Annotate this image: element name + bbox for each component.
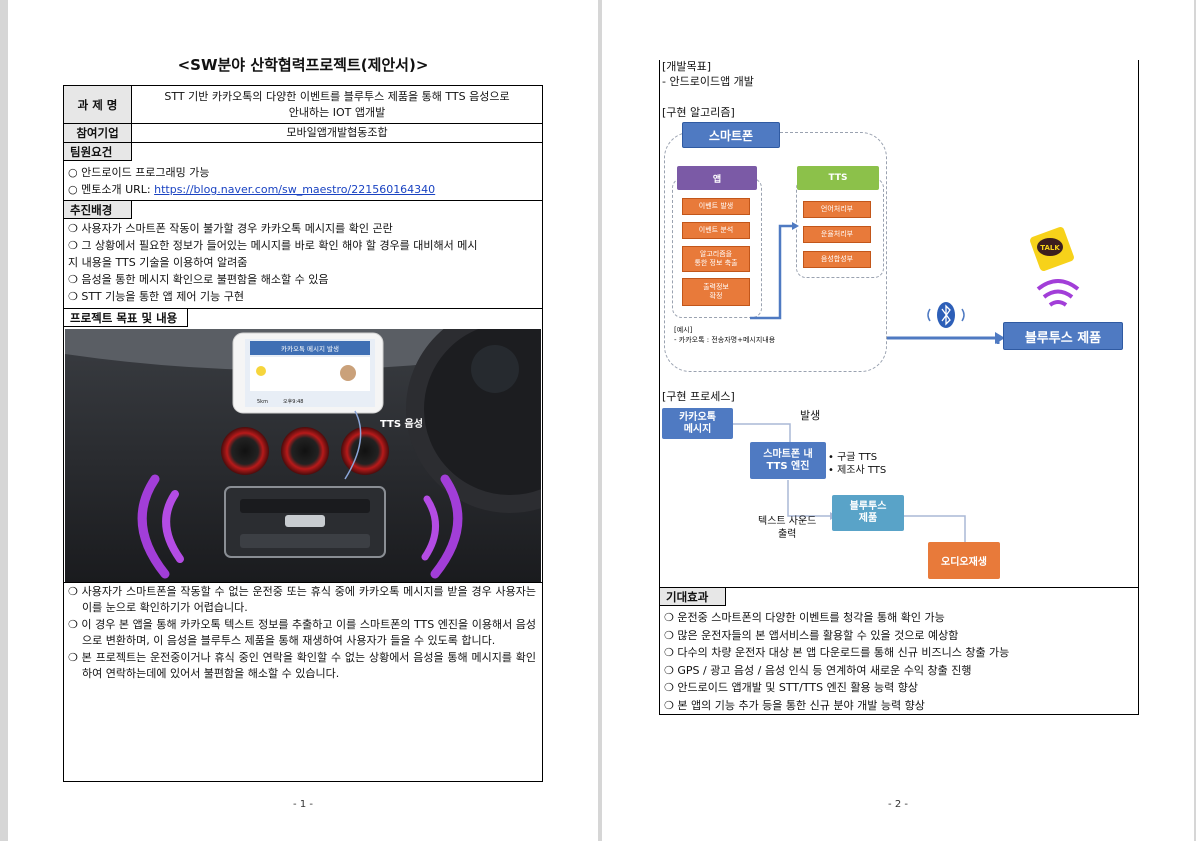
goal-paragraph: ❍ 이 경우 본 앱을 통해 카카오톡 텍스트 정보를 추출하고 이를 스마트폰… bbox=[68, 618, 536, 647]
req-item: ○ 안드로이드 프로그래밍 가능 bbox=[68, 166, 210, 179]
bg-item: ❍ STT 기능을 통한 앱 제어 기능 구현 bbox=[68, 290, 245, 303]
page-number: - 1 - bbox=[293, 799, 313, 810]
expected-effects-section: 기대효과 ❍ 운전중 스마트폰의 다양한 이벤트를 청각을 통해 확인 가능 ❍… bbox=[660, 587, 1138, 712]
engine-note: • 제조사 TTS bbox=[828, 465, 887, 476]
goal-paragraph: ❍ 사용자가 스마트폰을 작동할 수 없는 운전중 또는 휴식 중에 카카오톡 … bbox=[68, 585, 536, 614]
task-label: 과 제 명 bbox=[64, 86, 132, 123]
talk-text: TALK bbox=[1040, 244, 1060, 252]
effect-item: ❍ 다수의 차량 운전자 대상 본 앱 다운로드를 통해 신규 비즈니스 창출 … bbox=[664, 646, 1010, 659]
divider bbox=[64, 200, 542, 201]
proposal-table-continued: [개발목표] - 안드로이드앱 개발 [구현 알고리즘] 스마트폰 앱 이벤트 … bbox=[659, 60, 1139, 715]
task-value: STT 기반 카카오톡의 다양한 이벤트를 블루투스 제품을 통해 TTS 음성… bbox=[132, 86, 542, 123]
kakao-message-box: 카카오톡 메시지 bbox=[662, 408, 733, 439]
effect-item: ❍ GPS / 광고 음성 / 음성 인식 등 연계하여 새로운 수익 창출 진… bbox=[664, 663, 972, 677]
effects-list: ❍ 운전중 스마트폰의 다양한 이벤트를 청각을 통해 확인 가능 ❍ 많은 운… bbox=[664, 609, 1134, 714]
bg-list: ❍ 사용자가 스마트폰 작동이 불가할 경우 카카오톡 메시지를 확인 곤란 ❍… bbox=[68, 220, 538, 305]
dev-goal-item: - 안드로이드앱 개발 bbox=[662, 75, 754, 88]
example-head: [예시] bbox=[674, 326, 693, 334]
effect-label: 기대효과 bbox=[660, 588, 726, 606]
document-title: <SW분야 산학협력프로젝트(제안서)> bbox=[177, 56, 429, 74]
req-list: ○ 안드로이드 프로그래밍 가능 ○ 멘토소개 URL: https://blo… bbox=[68, 164, 538, 198]
text-sound-label: 텍스트 사운드 출력 bbox=[758, 516, 817, 540]
goal-label: 프로젝트 목표 및 내용 bbox=[64, 309, 188, 327]
req-item: ○ 멘토소개 URL: https://blog.naver.com/sw_ma… bbox=[68, 183, 436, 196]
audio-play-box: 오디오재생 bbox=[928, 542, 1000, 579]
bg-item: ❍ 음성을 통한 메시지 확인으로 불편함을 해소할 수 있음 bbox=[68, 273, 329, 286]
occur-label: 발생 bbox=[800, 409, 821, 422]
org-value: 모바일앱개발협동조합 bbox=[286, 126, 388, 139]
divider bbox=[64, 582, 542, 583]
bg-item: ❍ 그 상황에서 필요한 정보가 들어있는 메시지를 바로 확인 해야 할 경우… bbox=[68, 239, 478, 252]
mentor-link[interactable]: https://blog.naver.com/sw_maestro/221560… bbox=[154, 183, 435, 196]
task-value-line1: STT 기반 카카오톡의 다양한 이벤트를 블루투스 제품을 통해 TTS 음성… bbox=[164, 89, 510, 103]
org-label: 참여기업 bbox=[64, 124, 132, 142]
kakaotalk-icon: TALK bbox=[1030, 227, 1080, 307]
page-1: <SW분야 산학협력프로젝트(제안서)> 과 제 명 STT 기반 카카오톡의 … bbox=[8, 0, 598, 841]
effect-item: ❍ 많은 운전자들의 본 앱서비스를 활용할 수 있을 것으로 예상함 bbox=[664, 628, 959, 642]
phone-distance: 5km bbox=[257, 399, 268, 405]
req-head-row: 팀원요건 bbox=[64, 143, 542, 162]
bg-item: ❍ 사용자가 스마트폰 작동이 불가할 경우 카카오톡 메시지를 확인 곤란 bbox=[68, 222, 393, 235]
proposal-table: 과 제 명 STT 기반 카카오톡의 다양한 이벤트를 블루투스 제품을 통해 … bbox=[63, 85, 543, 782]
org-row: 참여기업 모바일앱개발협동조합 bbox=[64, 124, 542, 143]
smartphone-box: 스마트폰 bbox=[682, 122, 780, 148]
bluetooth-icon bbox=[927, 302, 965, 328]
effect-item: ❍ 본 앱의 기능 추가 등을 통한 신규 분야 개발 능력 향상 bbox=[664, 698, 925, 712]
phone-time: 오후9:48 bbox=[283, 399, 303, 405]
dashboard-illustration: 카카오톡 메시지 발생 5km 오후9:48 TTS 음성 bbox=[65, 329, 541, 582]
task-value-line2: 안내하는 IOT 앱개발 bbox=[288, 105, 386, 119]
example-item: - 카카오톡 : 전송자명+메시지내용 bbox=[674, 336, 776, 344]
tts-engine-box: 스마트폰 내 TTS 엔진 bbox=[750, 442, 826, 479]
bg-item: 지 내용을 TTS 기술을 이용하여 알려줌 bbox=[68, 256, 248, 269]
page-2: [개발목표] - 안드로이드앱 개발 [구현 알고리즘] 스마트폰 앱 이벤트 … bbox=[602, 0, 1194, 841]
bluetooth-box: 블루투스 제품 bbox=[832, 495, 904, 531]
algo-head: [구현 알고리즘] bbox=[662, 106, 735, 119]
page-number: - 2 - bbox=[888, 799, 908, 810]
effect-item: ❍ 안드로이드 앱개발 및 STT/TTS 엔진 활용 능력 향상 bbox=[664, 681, 919, 694]
req-label: 팀원요건 bbox=[64, 143, 132, 161]
car-dashboard-image: 카카오톡 메시지 발생 5km 오후9:48 TTS 음성 bbox=[65, 329, 541, 582]
goal-paragraphs: ❍ 사용자가 스마트폰을 작동할 수 없는 운전중 또는 휴식 중에 카카오톡 … bbox=[68, 584, 536, 683]
bluetooth-product-box: 블루투스 제품 bbox=[1003, 322, 1123, 350]
goal-paragraph: ❍ 본 프로젝트는 운전중이거나 휴식 중인 연락을 확인할 수 없는 상황에서… bbox=[68, 651, 536, 680]
phone-banner: 카카오톡 메시지 발생 bbox=[281, 344, 339, 353]
task-row: 과 제 명 STT 기반 카카오톡의 다양한 이벤트를 블루투스 제품을 통해 … bbox=[64, 86, 542, 124]
effect-item: ❍ 운전중 스마트폰의 다양한 이벤트를 청각을 통해 확인 가능 bbox=[664, 611, 945, 624]
dev-goal-head: [개발목표] bbox=[662, 60, 712, 73]
bg-label: 추진배경 bbox=[64, 201, 132, 219]
tts-voice-label: TTS 음성 bbox=[380, 417, 423, 430]
